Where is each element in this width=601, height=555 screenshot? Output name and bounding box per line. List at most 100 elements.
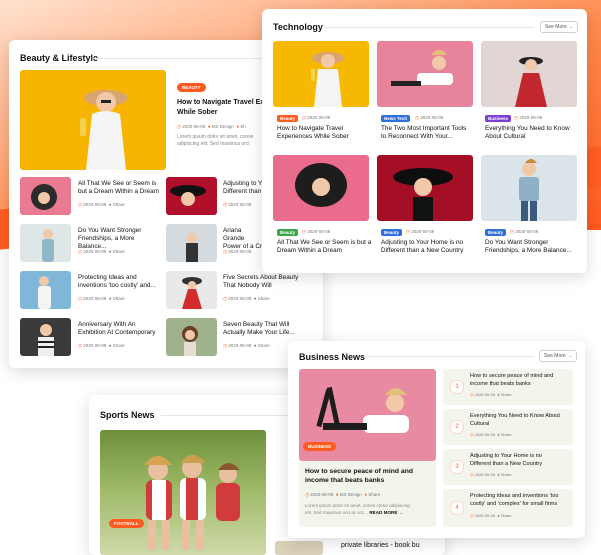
line-1: Seven Beauty That Will [223, 321, 290, 328]
sports-side-image[interactable] [275, 541, 323, 555]
read-more-link[interactable]: READ MORE → [369, 510, 403, 515]
woman-striped-thumb [38, 324, 54, 356]
tech-headline[interactable]: Everything You Need to Know About Cultura… [485, 125, 581, 141]
clock-icon: ◷ [470, 472, 474, 477]
tech-thumb[interactable] [481, 155, 577, 221]
beauty-featured-image[interactable] [20, 70, 166, 170]
list-thumb[interactable] [166, 177, 217, 215]
list-thumb[interactable] [166, 271, 217, 309]
date: 2020-06-09 [83, 343, 107, 348]
tech-thumb[interactable] [273, 155, 369, 221]
share-icon: ● [108, 249, 112, 254]
list-item-title[interactable]: Protecting Ideas and inventions 'too cost… [78, 274, 164, 290]
category-badge[interactable]: Beauty [277, 229, 299, 236]
beauty-featured-headline[interactable]: How to Navigate Travel Ex While Sober [177, 98, 267, 118]
category-badge[interactable]: Beauty [277, 115, 299, 122]
list-thumb[interactable] [20, 177, 71, 215]
list-thumb[interactable] [20, 271, 71, 309]
business-featured-headline[interactable]: How to secure peace of mind and income t… [305, 467, 433, 485]
list-item-title[interactable]: Do You Want Stronger Friendships, a More … [78, 227, 164, 251]
author-link[interactable]: MS Design [212, 124, 234, 129]
tech-thumb[interactable] [377, 155, 473, 221]
line-2: Cultural [470, 420, 490, 427]
business-list-item[interactable]: 2 Everything You Need to Know About Cultu… [443, 409, 573, 445]
woman-wide-hat-illustration [393, 168, 453, 221]
share-link[interactable]: Sh [240, 124, 246, 129]
clock-icon: ◷ [302, 115, 306, 120]
business-featured-body: How to secure peace of mind and income t… [299, 461, 436, 527]
tech-thumb[interactable] [377, 41, 473, 107]
list-item-title[interactable]: Ariana Grande Power of a Cr [223, 227, 263, 251]
tech-thumb[interactable] [481, 41, 577, 107]
share-link[interactable]: Share [113, 249, 125, 254]
category-badge[interactable]: Beauty [485, 229, 507, 236]
line-2: Friendships, a More Balance... [485, 247, 572, 254]
share-link[interactable]: Share [113, 202, 125, 207]
share-icon: ● [253, 296, 257, 301]
list-item-title[interactable]: Seven Beauty That Will Actually Make Your… [223, 321, 313, 337]
tech-headline[interactable]: Do You Want Stronger Friendships, a More … [485, 239, 581, 255]
category-badge[interactable]: Beauty [381, 229, 403, 236]
date: 2020-06-09 [474, 472, 496, 477]
rank-number: 2 [450, 420, 464, 434]
rank-number: 3 [450, 460, 464, 474]
author-link[interactable]: MS Design [340, 492, 362, 497]
share-link[interactable]: Share [501, 472, 512, 477]
sports-featured-image[interactable] [100, 430, 266, 555]
share-icon: ● [497, 392, 500, 397]
clock-icon: ◷ [470, 513, 474, 518]
beauty-badge[interactable]: BEAUTY [177, 83, 206, 92]
share-link[interactable]: Share [113, 343, 125, 348]
share-link[interactable]: Share [501, 392, 512, 397]
tech-headline[interactable]: The Two Most Important Tools to Reconnect… [381, 125, 477, 141]
list-item-meta: ◷ 2020-06-09 [223, 202, 251, 208]
line-2: Experiences While Sober [277, 133, 349, 140]
tech-headline[interactable]: Adjusting to Your Home is no Different th… [381, 239, 477, 255]
business-badge[interactable]: BUSINESS [303, 442, 337, 451]
list-thumb[interactable] [166, 224, 217, 262]
list-thumb[interactable] [20, 318, 71, 356]
football-badge[interactable]: FOOTBALL [109, 519, 144, 528]
list-item-title[interactable]: Five Secrets About Beauty That Nobody Wil… [223, 274, 313, 290]
line-2: Exhibition At Contemporary [78, 329, 156, 336]
tech-headline[interactable]: How to Navigate Travel Experiences While … [277, 125, 371, 141]
share-link[interactable]: Share [501, 432, 512, 437]
tech-headline[interactable]: All That We See or Seem is but a Dream Wi… [277, 239, 373, 255]
business-featured-excerpt: Lorem ipsum dolor sit amet, conse ctetur… [305, 502, 437, 516]
see-more-button[interactable]: See More → [540, 21, 579, 33]
date: 2020-06-09 [228, 249, 252, 254]
item-title[interactable]: How to secure peace of mind and income th… [470, 373, 572, 388]
list-item-title[interactable]: Anniversary With An Exhibition At Contemp… [78, 321, 164, 337]
tech-meta: ◷ 2020-06-09 [302, 229, 330, 235]
beauty-featured-meta: ◷ 2020-06-09 ● MS Design ● Sh [177, 124, 246, 130]
category-badge[interactable]: News Tech [381, 115, 411, 122]
share-link[interactable]: Share [258, 343, 270, 348]
item-title[interactable]: Adjusting to Your Home is no Different th… [470, 453, 572, 468]
beauty-lifestyle-title: Beauty & Lifestyle [20, 53, 99, 63]
line-2: to Reconnect With Your... [381, 133, 453, 140]
line-1: Everything You Need to Know About [470, 413, 560, 419]
business-list-item[interactable]: 1 How to secure peace of mind and income … [443, 369, 573, 405]
share-link[interactable]: Share [501, 513, 512, 518]
share-link[interactable]: Share [368, 492, 380, 497]
list-item-meta: ◷ 2020-06-09 ● Share [223, 343, 270, 349]
list-item-title[interactable]: Adjusting to Y Different than [223, 180, 263, 196]
list-thumb[interactable] [20, 224, 71, 262]
item-title[interactable]: Everything You Need to Know About Cultura… [470, 413, 572, 428]
business-list-item[interactable]: 3 Adjusting to Your Home is no Different … [443, 449, 573, 485]
woman-red-coat-thumb [182, 277, 202, 309]
category-badge[interactable]: Business [485, 115, 512, 122]
business-list-item[interactable]: 4 Protecting Ideas and inventions 'too co… [443, 489, 573, 527]
tech-thumb[interactable] [273, 41, 369, 107]
date: 2020-06-09 [515, 229, 539, 234]
clock-icon: ◷ [514, 115, 518, 120]
list-item-meta: ◷ 2020-06-09 ● Share [78, 343, 125, 349]
list-item-meta: ◷ 2020-06-09 ● Share [78, 202, 125, 208]
list-thumb[interactable] [166, 318, 217, 356]
tech-meta: ◷ 2020-06-09 [406, 229, 434, 235]
share-link[interactable]: Share [258, 296, 270, 301]
list-item-title[interactable]: All That We See or Seem is but a Dream Wi… [78, 180, 162, 196]
share-link[interactable]: Share [113, 296, 125, 301]
see-more-button[interactable]: See More → [539, 350, 578, 362]
item-title[interactable]: Protecting Ideas and inventions 'too cost… [470, 493, 572, 508]
